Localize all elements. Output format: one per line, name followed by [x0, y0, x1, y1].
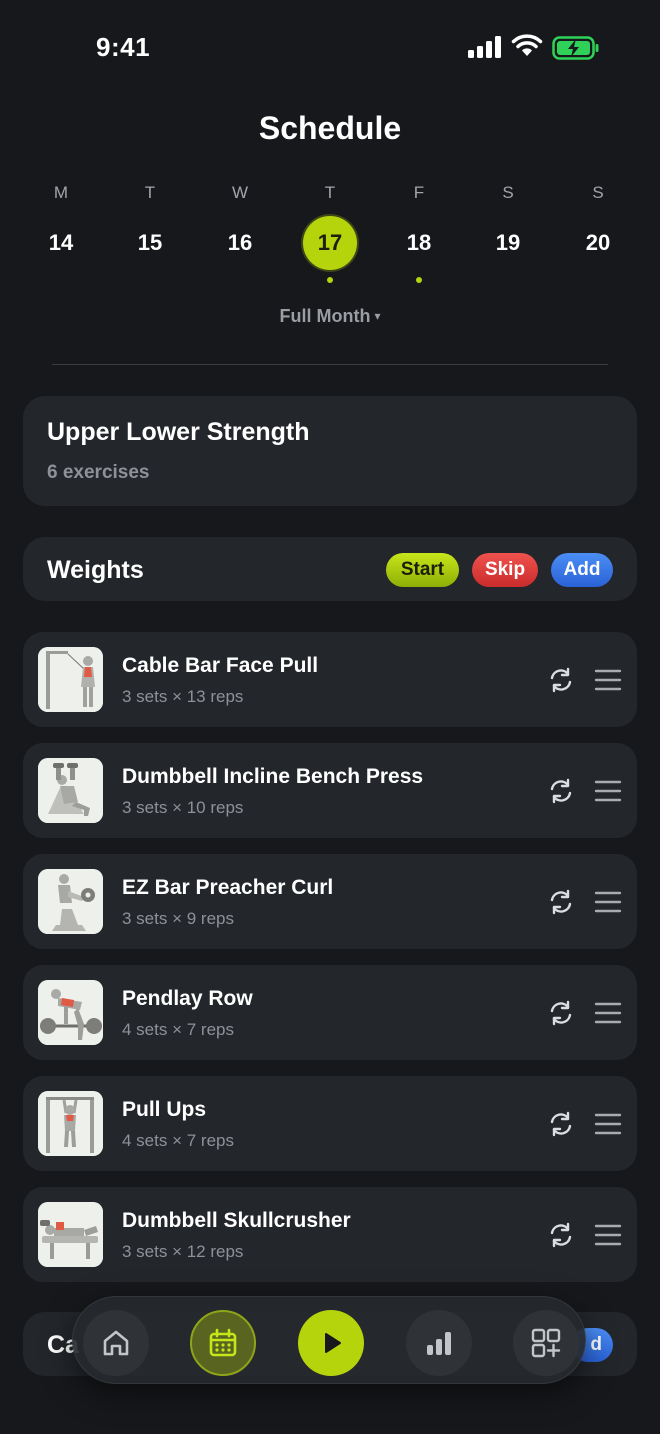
exercise-name: Dumbbell Skullcrusher	[122, 1209, 351, 1232]
workout-card[interactable]: Upper Lower Strength 6 exercises	[23, 396, 637, 506]
exercise-sets: 3 sets × 13 reps	[122, 687, 244, 706]
pull-up-figure-icon	[38, 1091, 103, 1156]
tab-more[interactable]	[513, 1310, 579, 1376]
exercise-row[interactable]: Dumbbell Incline Bench Press 3 sets × 10…	[23, 743, 637, 838]
bottom-tab-bar	[72, 1296, 586, 1384]
exercise-row[interactable]: Dumbbell Skullcrusher 3 sets × 12 reps	[23, 1187, 637, 1282]
day-letter: T	[324, 183, 336, 202]
exercise-sets: 3 sets × 9 reps	[122, 909, 234, 928]
day-number: 15	[137, 230, 163, 255]
swap-icon[interactable]	[547, 1110, 575, 1138]
exercise-row[interactable]: Cable Bar Face Pull 3 sets × 13 reps	[23, 632, 637, 727]
drag-handle-icon[interactable]	[594, 777, 622, 805]
row-figure-icon	[38, 980, 103, 1045]
status-bar: 9:41	[0, 0, 660, 96]
exercise-sets: 4 sets × 7 reps	[122, 1131, 234, 1150]
workout-dot	[505, 277, 511, 283]
day-number: 19	[495, 230, 521, 255]
skip-button[interactable]: Skip	[472, 553, 538, 587]
day-number: 14	[48, 230, 74, 255]
day-saturday[interactable]: S 19	[478, 180, 538, 283]
swap-icon[interactable]	[547, 888, 575, 916]
drag-handle-icon[interactable]	[594, 1110, 622, 1138]
day-letter: S	[502, 183, 514, 202]
tab-calendar[interactable]	[190, 1310, 256, 1376]
wifi-icon	[511, 34, 543, 56]
swap-icon[interactable]	[547, 666, 575, 694]
workout-exercise-count: 6 exercises	[47, 462, 150, 483]
full-month-label: Full Month	[279, 306, 371, 326]
drag-handle-icon[interactable]	[594, 999, 622, 1027]
day-letter: S	[592, 183, 604, 202]
calendar-icon	[209, 1328, 237, 1357]
workout-dot	[147, 277, 153, 283]
page-title: Schedule	[258, 110, 402, 146]
swap-icon[interactable]	[547, 1221, 575, 1249]
workout-dot	[416, 277, 422, 283]
drag-handle-icon[interactable]	[594, 888, 622, 916]
status-time: 9:41	[96, 32, 151, 62]
drag-handle-icon[interactable]	[594, 666, 622, 694]
workout-dot	[595, 277, 601, 283]
week-strip: M 14 T 15 W 16 T 17 F 18 S 19 S 20	[16, 180, 644, 290]
battery-charging-icon	[552, 36, 599, 60]
exercise-sets: 3 sets × 12 reps	[122, 1242, 244, 1261]
start-button[interactable]: Start	[386, 553, 459, 587]
exercise-sets: 4 sets × 7 reps	[122, 1020, 234, 1039]
swap-icon[interactable]	[547, 999, 575, 1027]
home-icon	[103, 1330, 129, 1356]
day-tuesday[interactable]: T 15	[120, 180, 180, 283]
bar-chart-icon	[427, 1332, 451, 1355]
cellular-signal-icon	[468, 36, 501, 58]
workout-dot	[58, 277, 64, 283]
exercise-row[interactable]: Pull Ups 4 sets × 7 reps	[23, 1076, 637, 1171]
day-wednesday[interactable]: W 16	[210, 180, 270, 283]
day-friday[interactable]: F 18	[389, 180, 449, 283]
workout-dot	[237, 277, 243, 283]
add-button[interactable]: Add	[551, 553, 613, 587]
preacher-curl-figure-icon	[38, 869, 103, 934]
day-monday[interactable]: M 14	[31, 180, 91, 283]
exercise-row[interactable]: EZ Bar Preacher Curl 3 sets × 9 reps	[23, 854, 637, 949]
caret-down-icon: ▾	[374, 309, 381, 323]
workout-title: Upper Lower Strength	[47, 418, 310, 446]
exercise-name: Pull Ups	[122, 1098, 207, 1121]
divider	[52, 364, 608, 365]
day-letter: T	[144, 183, 156, 202]
tab-home[interactable]	[83, 1310, 149, 1376]
exercise-row[interactable]: Pendlay Row 4 sets × 7 reps	[23, 965, 637, 1060]
play-icon	[325, 1333, 341, 1353]
weights-section-header: Weights Start Skip Add	[23, 537, 637, 601]
full-month-toggle[interactable]: Full Month ▾	[0, 306, 660, 327]
day-thursday-selected[interactable]: T 17	[300, 180, 360, 283]
drag-handle-icon[interactable]	[594, 1221, 622, 1249]
exercise-name: Dumbbell Incline Bench Press	[122, 765, 424, 788]
exercise-name: EZ Bar Preacher Curl	[122, 876, 334, 899]
skullcrusher-figure-icon	[38, 1202, 103, 1267]
day-number-selected: 17	[303, 216, 357, 270]
day-letter: F	[413, 183, 425, 202]
exercise-name: Cable Bar Face Pull	[122, 654, 319, 677]
face-pull-figure-icon	[38, 647, 103, 712]
day-number: 20	[585, 230, 611, 255]
workout-dot	[327, 277, 333, 283]
day-number: 18	[406, 230, 432, 255]
swap-icon[interactable]	[547, 777, 575, 805]
tab-stats[interactable]	[406, 1310, 472, 1376]
grid-plus-icon	[531, 1328, 561, 1358]
exercise-name: Pendlay Row	[122, 987, 253, 1010]
exercise-sets: 3 sets × 10 reps	[122, 798, 244, 817]
day-letter: W	[231, 183, 249, 202]
tab-play[interactable]	[298, 1310, 364, 1376]
section-title: Weights	[47, 556, 144, 584]
day-number: 16	[227, 230, 253, 255]
day-sunday[interactable]: S 20	[568, 180, 628, 283]
incline-press-figure-icon	[38, 758, 103, 823]
day-letter: M	[53, 183, 69, 202]
